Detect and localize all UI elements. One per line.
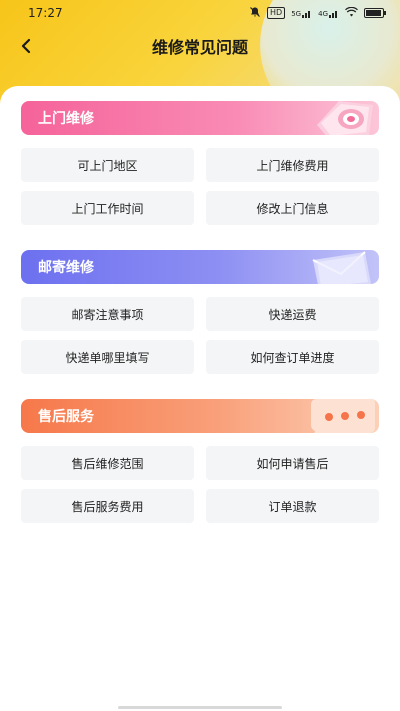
section-home-repair: 上门维修 可上门地区 上门维修费用 上门工作时间 修改上门信息 — [21, 101, 379, 225]
chat-bubble-icon — [311, 399, 375, 433]
faq-item[interactable]: 邮寄注意事项 — [21, 297, 194, 331]
target-icon — [317, 101, 373, 135]
faq-item[interactable]: 如何查订单进度 — [206, 340, 379, 374]
status-icons: HD 5G 4G — [249, 6, 386, 21]
section-mail-repair: 邮寄维修 邮寄注意事项 快递运费 快递单哪里填写 如何查订单进度 — [21, 250, 379, 374]
section-items: 可上门地区 上门维修费用 上门工作时间 修改上门信息 — [21, 148, 379, 225]
wifi-icon — [345, 6, 358, 20]
envelope-icon — [312, 251, 371, 284]
app-header: 维修常见问题 — [0, 26, 400, 66]
back-button[interactable] — [14, 34, 38, 58]
faq-item[interactable]: 上门工作时间 — [21, 191, 194, 225]
status-time: 17:27 — [28, 6, 63, 20]
section-title: 邮寄维修 — [38, 260, 94, 276]
section-banner: 售后服务 — [21, 399, 379, 433]
chevron-left-icon — [21, 38, 31, 54]
faq-item[interactable]: 售后维修范围 — [21, 446, 194, 480]
section-banner: 上门维修 — [21, 101, 379, 135]
section-items: 邮寄注意事项 快递运费 快递单哪里填写 如何查订单进度 — [21, 297, 379, 374]
faq-item[interactable]: 快递运费 — [206, 297, 379, 331]
faq-item[interactable]: 如何申请售后 — [206, 446, 379, 480]
status-bar: 17:27 HD 5G 4G — [0, 0, 400, 26]
faq-item[interactable]: 修改上门信息 — [206, 191, 379, 225]
page-title: 维修常见问题 — [151, 38, 248, 57]
battery-icon — [364, 8, 386, 18]
faq-item[interactable]: 订单退款 — [206, 489, 379, 523]
signal-5g-icon: 5G — [291, 9, 312, 18]
signal-4g-icon: 4G — [318, 9, 339, 18]
faq-item[interactable]: 售后服务费用 — [21, 489, 194, 523]
faq-item[interactable]: 上门维修费用 — [206, 148, 379, 182]
content-card: 上门维修 可上门地区 上门维修费用 上门工作时间 修改上门信息 邮寄维修 邮寄注… — [0, 86, 400, 711]
home-indicator — [118, 706, 282, 709]
section-items: 售后维修范围 如何申请售后 售后服务费用 订单退款 — [21, 446, 379, 523]
faq-item[interactable]: 可上门地区 — [21, 148, 194, 182]
section-banner: 邮寄维修 — [21, 250, 379, 284]
section-after-sales: 售后服务 售后维修范围 如何申请售后 售后服务费用 订单退款 — [21, 399, 379, 523]
mute-bell-icon — [249, 6, 261, 21]
section-title: 售后服务 — [38, 409, 94, 425]
section-title: 上门维修 — [38, 111, 94, 127]
hd-badge: HD — [267, 7, 286, 19]
faq-item[interactable]: 快递单哪里填写 — [21, 340, 194, 374]
